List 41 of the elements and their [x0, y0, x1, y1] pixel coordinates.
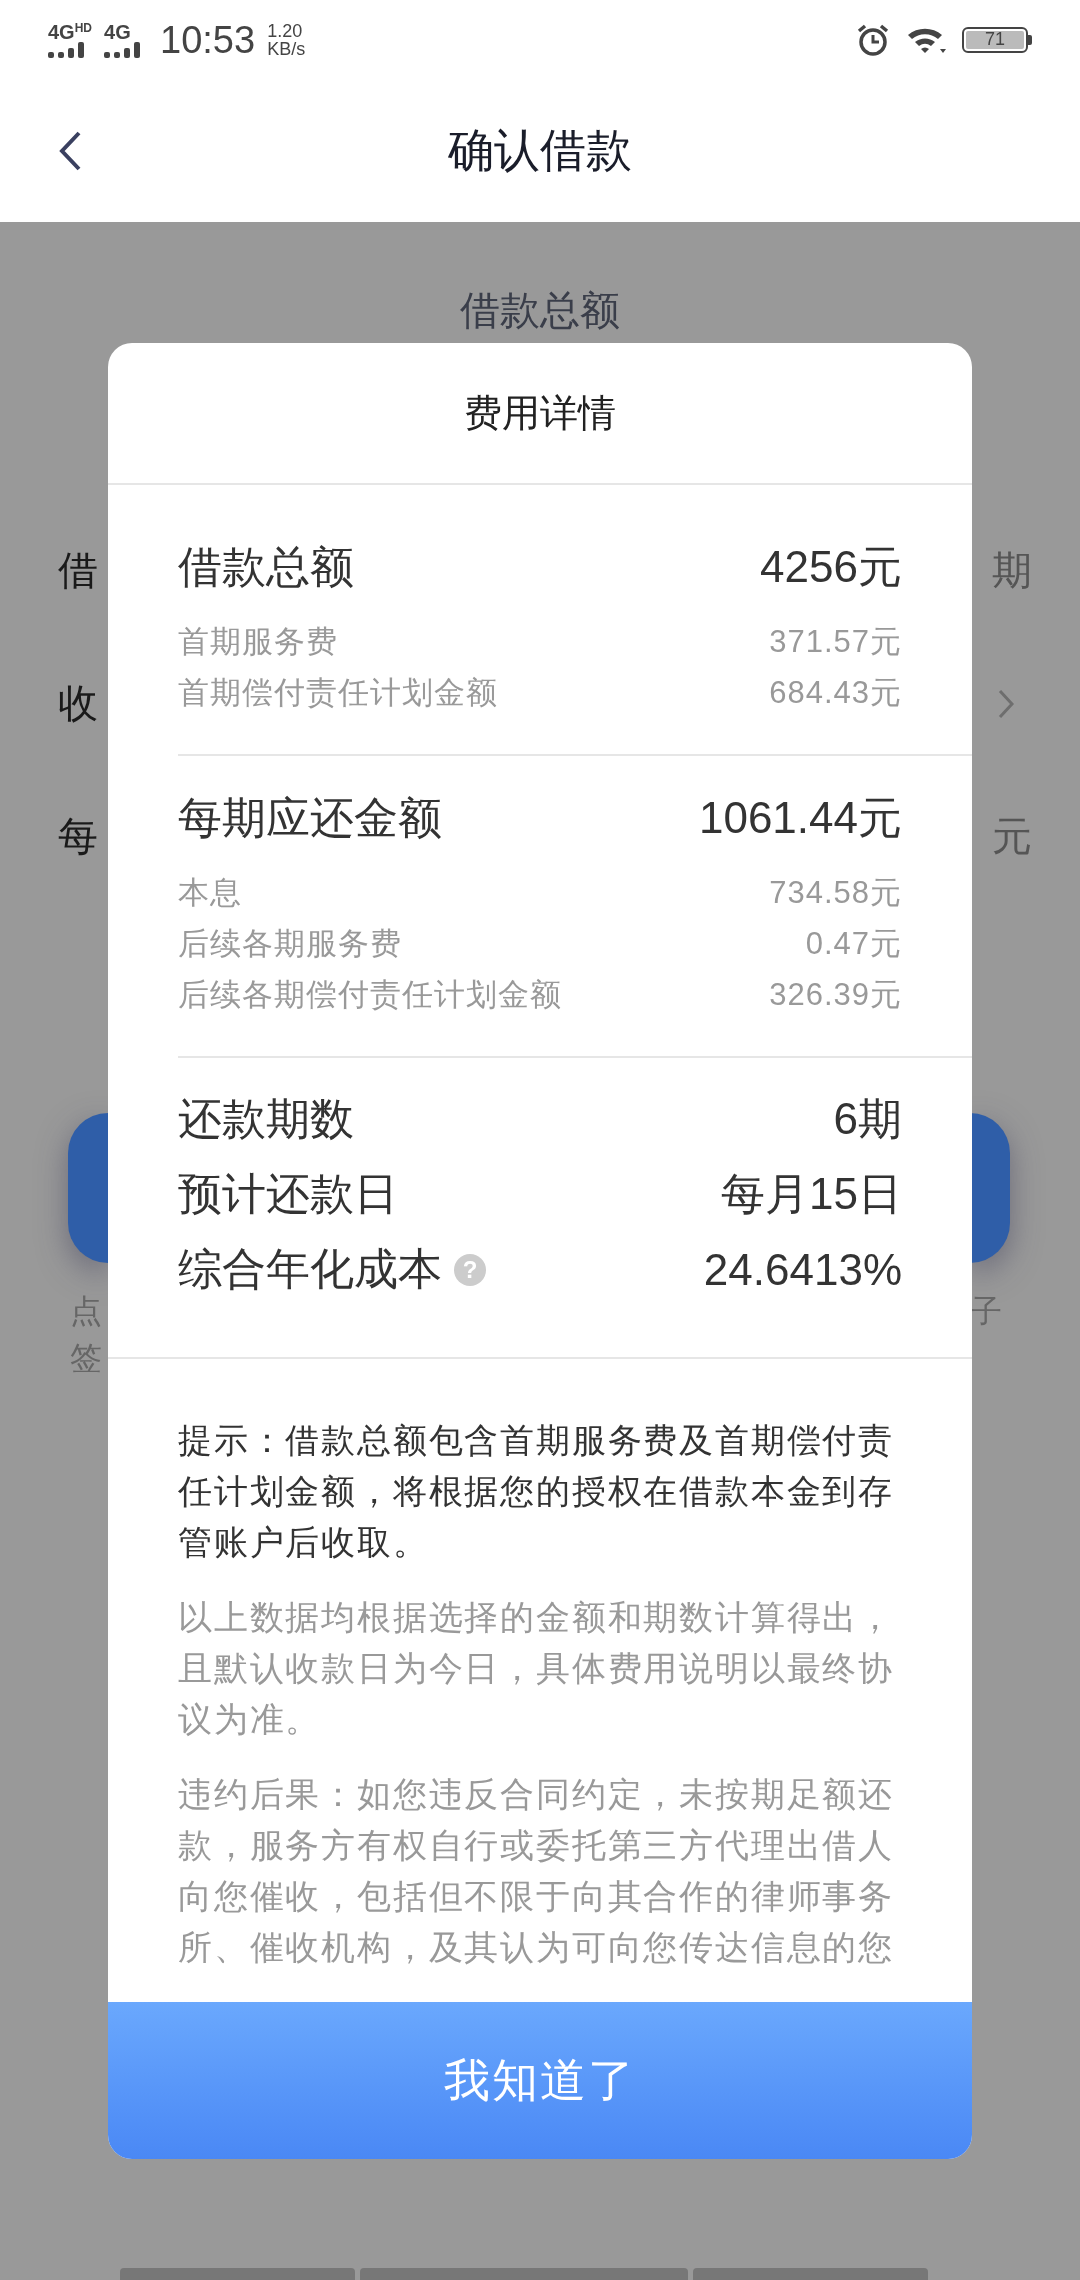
notice-paragraph: 违约后果：如您违反合同约定，未按期足额还款，服务方有权自行或委托第三方代理出借人向您催收，包括但不限于向其合作的律师事务所、催收机构，及其认为可向您传达信息的您 [178, 1774, 895, 1968]
section-heading: 借款总额 [459, 287, 621, 334]
notice-paragraph: 提示：借款总额包含首期服务费及首期偿付责任计划金额，将根据您的授权在借款本金到存管账户后收取。 [178, 1420, 895, 1563]
row-label: 借 [58, 547, 98, 594]
amount-value: 4256元 [760, 541, 902, 593]
clock: 10:53 [160, 18, 256, 62]
fee-value: 684.43元 [769, 674, 902, 712]
fee-label: 首期偿付责任计划金额 [178, 674, 498, 712]
summary-value: 24.6413% [703, 1244, 902, 1295]
row-label: 收 [58, 680, 98, 727]
page-title: 确认借款 [448, 123, 632, 178]
summary-label: 预计还款日 [178, 1168, 398, 1220]
dialog-title: 费用详情 [464, 390, 616, 436]
row-value: 期 [992, 547, 1032, 594]
fee-value: 734.58元 [769, 874, 902, 912]
chevron-icon [998, 688, 1014, 719]
alarm-icon [856, 23, 890, 57]
fee-label: 后续各期服务费 [178, 925, 402, 963]
back-icon[interactable] [58, 130, 82, 172]
summary-label: 还款期数 [178, 1093, 354, 1145]
confirm-button[interactable]: 我知道了 [108, 2002, 972, 2159]
row-value: 元 [992, 813, 1032, 860]
amount-label: 每期应还金额 [178, 792, 442, 844]
fee-label: 首期服务费 [178, 623, 338, 661]
fee-label: 本息 [178, 874, 242, 912]
fee-value: 371.57元 [769, 623, 902, 661]
fee-value: 0.47元 [805, 925, 902, 963]
fee-value: 326.39元 [769, 976, 902, 1014]
fee-label: 后续各期偿付责任计划金额 [178, 976, 562, 1014]
amount-label: 借款总额 [178, 541, 354, 593]
summary-value: 6期 [833, 1093, 902, 1145]
help-icon[interactable]: ? [454, 1253, 486, 1286]
row-label: 每 [58, 813, 98, 860]
summary-value: 每月15日 [721, 1168, 902, 1220]
summary-label: 综合年化成本 [178, 1243, 442, 1295]
network-label: 4G [104, 22, 131, 42]
speed-unit: KB/s [267, 40, 306, 58]
notice-paragraph: 以上数据均根据选择的金额和期数计算得出，且默认收款日为今日，具体费用说明以最终协议为准。 [178, 1597, 895, 1740]
amount-value: 1061.44元 [698, 792, 902, 844]
network-speed: 1.20 [267, 22, 304, 40]
network-label: 4G$^{HD}$ [48, 22, 93, 42]
